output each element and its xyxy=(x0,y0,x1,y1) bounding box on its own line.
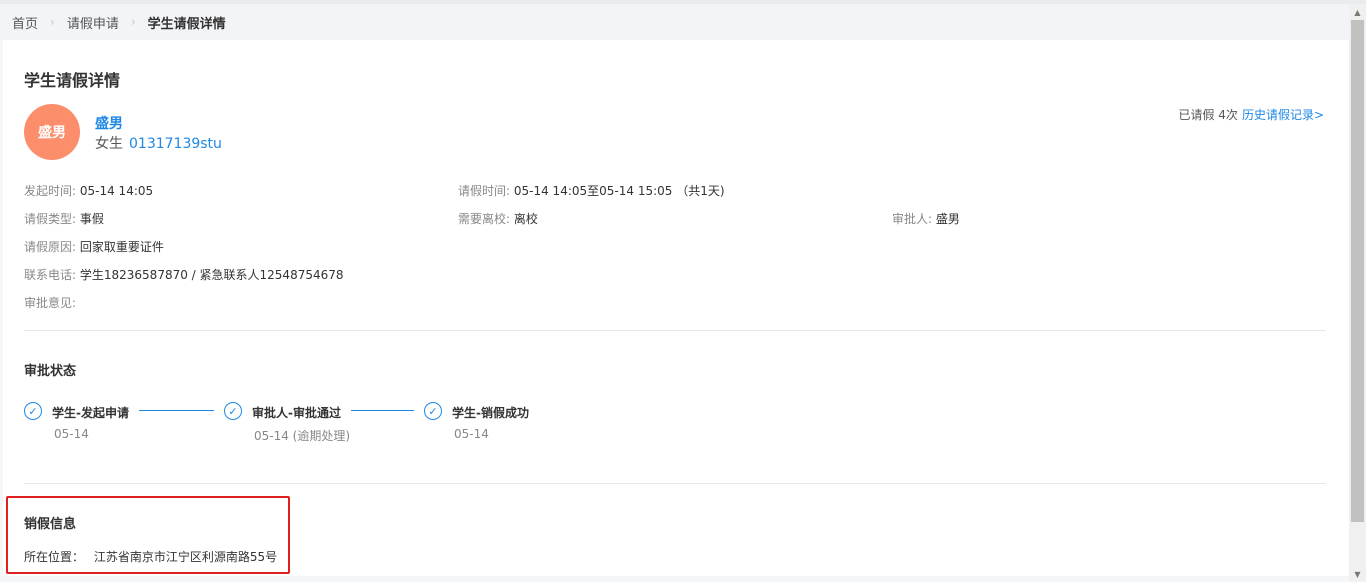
leave-count-text: 已请假 4次 xyxy=(1178,108,1238,122)
check-circle-icon: ✓ xyxy=(224,402,242,420)
student-gender: 女生 xyxy=(95,136,123,152)
avatar: 盛男 xyxy=(24,104,80,160)
highlight-annotation-box xyxy=(6,496,290,574)
step-label: 审批人-审批通过 xyxy=(252,406,341,420)
approver-row: 审批人: 盛男 xyxy=(892,210,960,227)
divider xyxy=(24,483,1326,484)
step-connector xyxy=(139,410,214,411)
step-label: 学生-销假成功 xyxy=(452,406,529,420)
leave-type-value: 事假 xyxy=(79,212,104,226)
breadcrumb: 首页 › 请假申请 › 学生请假详情 xyxy=(0,4,1366,40)
step-connector xyxy=(351,410,414,411)
vertical-scrollbar[interactable]: ▲ ▼ xyxy=(1349,4,1366,582)
breadcrumb-leave-application[interactable]: 请假申请 xyxy=(67,13,119,32)
leave-time-row: 请假时间: 05-14 14:05至05-14 15:05 （共1天) xyxy=(458,182,725,199)
start-time-value: 05-14 14:05 xyxy=(79,184,154,198)
leave-time-value: 05-14 14:05至05-14 15:05 （共1天) xyxy=(513,184,725,198)
chevron-right-icon: › xyxy=(130,15,136,29)
student-id[interactable]: 01317139stu xyxy=(129,136,222,152)
leave-type-row: 请假类型: 事假 xyxy=(24,210,104,227)
check-circle-icon: ✓ xyxy=(424,402,442,420)
check-circle-icon: ✓ xyxy=(24,402,42,420)
page-title: 学生请假详情 xyxy=(24,71,121,90)
leave-school-value: 离校 xyxy=(513,212,538,226)
start-time-row: 发起时间: 05-14 14:05 xyxy=(24,182,153,199)
opinion-row: 审批意见: xyxy=(24,294,76,311)
leave-time-label: 请假时间: xyxy=(458,184,511,198)
reason-label: 请假原因: xyxy=(24,240,77,254)
approval-status-title: 审批状态 xyxy=(24,364,77,379)
chevron-right-icon: › xyxy=(50,15,55,29)
leave-school-label: 需要离校: xyxy=(458,212,511,226)
step-label: 学生-发起申请 xyxy=(52,406,129,420)
phone-row: 联系电话: 学生18236587870 / 紧急联系人12548754678 xyxy=(24,266,344,283)
divider xyxy=(24,330,1326,331)
phone-label: 联系电话: xyxy=(24,268,77,282)
step-date: 05-14 xyxy=(454,427,489,441)
step-date: 05-14 (逾期处理) xyxy=(254,429,351,443)
leave-school-row: 需要离校: 离校 xyxy=(458,210,538,227)
breadcrumb-current: 学生请假详情 xyxy=(147,16,226,32)
student-meta: 女生 01317139stu xyxy=(95,133,222,153)
detail-card: 学生请假详情 盛男 盛男 女生 01317139stu 已请假 4次 历史请假记录>… xyxy=(3,40,1349,576)
scrollbar-thumb[interactable] xyxy=(1351,20,1364,522)
history-records-link[interactable]: 历史请假记录> xyxy=(1242,108,1324,122)
approver-value: 盛男 xyxy=(935,212,960,226)
reason-value: 回家取重要证件 xyxy=(79,240,164,254)
reason-row: 请假原因: 回家取重要证件 xyxy=(24,238,164,255)
breadcrumb-home[interactable]: 首页 xyxy=(12,13,38,32)
phone-value: 学生18236587870 / 紧急联系人12548754678 xyxy=(79,268,344,282)
leave-count: 已请假 4次 历史请假记录> xyxy=(1178,106,1324,123)
start-time-label: 发起时间: xyxy=(24,184,77,198)
step-date: 05-14 xyxy=(54,427,89,441)
student-name[interactable]: 盛男 xyxy=(95,113,123,133)
leave-type-label: 请假类型: xyxy=(24,212,77,226)
scroll-down-arrow-icon[interactable]: ▼ xyxy=(1349,566,1366,582)
opinion-label: 审批意见: xyxy=(24,296,77,310)
scroll-up-arrow-icon[interactable]: ▲ xyxy=(1349,4,1366,20)
approver-label: 审批人: xyxy=(892,212,933,226)
